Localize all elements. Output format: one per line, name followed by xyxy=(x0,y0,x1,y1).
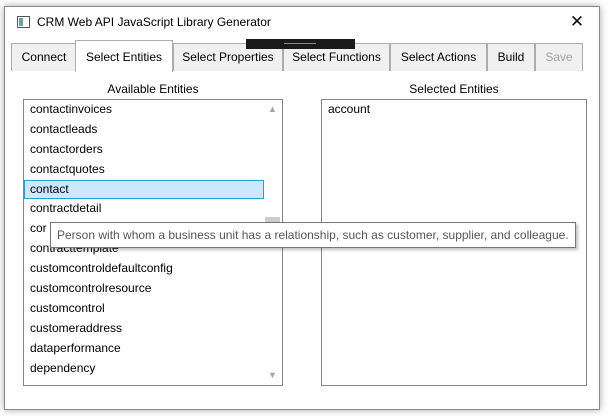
tab-connect[interactable]: Connect xyxy=(11,43,77,71)
selected-items-container: account xyxy=(322,100,586,120)
window-title: CRM Web API JavaScript Library Generator xyxy=(37,15,271,29)
list-item[interactable]: contact xyxy=(24,179,264,200)
tab-select-actions[interactable]: Select Actions xyxy=(390,43,487,71)
list-item[interactable]: contactinvoices xyxy=(24,100,264,120)
scroll-down-icon[interactable]: ▼ xyxy=(264,367,281,384)
list-item[interactable]: customcontroldefaultconfig xyxy=(24,259,264,279)
list-item[interactable]: customcontrolresource xyxy=(24,279,264,299)
tab-save[interactable]: Save xyxy=(535,43,583,71)
list-item[interactable]: customcontrol xyxy=(24,299,264,319)
list-item[interactable]: contractdetail xyxy=(24,199,264,219)
available-entities-label: Available Entities xyxy=(107,82,199,96)
entity-description-tooltip: Person with whom a business unit has a r… xyxy=(50,222,576,248)
list-item[interactable]: contactleads xyxy=(24,120,264,140)
list-item[interactable]: dataperformance xyxy=(24,339,264,359)
title-bar[interactable]: CRM Web API JavaScript Library Generator… xyxy=(5,7,599,37)
app-window: CRM Web API JavaScript Library Generator… xyxy=(4,6,600,410)
drag-handle[interactable] xyxy=(246,39,355,49)
tab-select-entities[interactable]: Select Entities xyxy=(75,40,173,72)
app-icon xyxy=(17,16,30,28)
scroll-up-icon[interactable]: ▲ xyxy=(264,101,281,118)
tab-build[interactable]: Build xyxy=(487,43,535,71)
selected-entities-label: Selected Entities xyxy=(409,82,499,96)
list-item[interactable]: customeraddress xyxy=(24,319,264,339)
close-button[interactable]: ✕ xyxy=(555,7,599,37)
list-item[interactable]: dependency xyxy=(24,359,264,379)
list-item[interactable]: contactquotes xyxy=(24,160,264,180)
list-item[interactable]: account xyxy=(322,100,586,120)
list-item[interactable]: contactorders xyxy=(24,140,264,160)
